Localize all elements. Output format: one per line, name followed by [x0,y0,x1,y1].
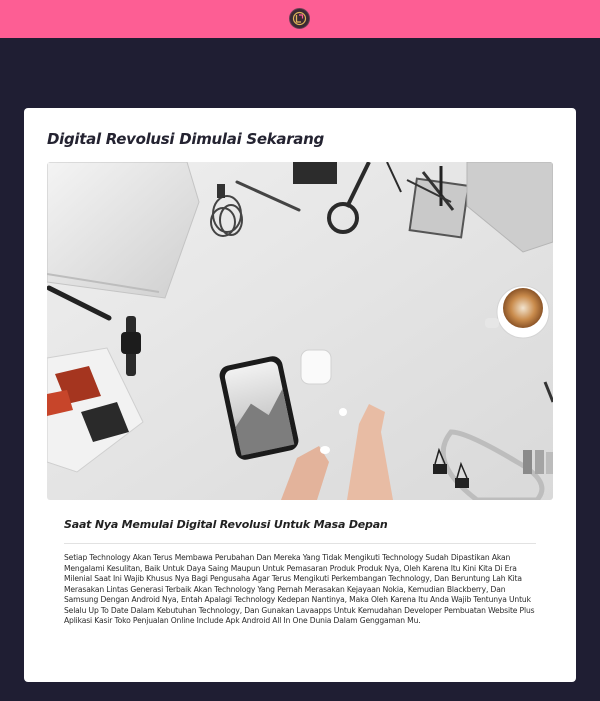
article-body: Setiap Technology Akan Terus Membawa Per… [64,553,535,625]
article-content: Saat Nya Memulai Digital Revolusi Untuk … [64,518,536,627]
divider [64,543,536,544]
flatlay-photo-icon [47,162,553,500]
top-header-bar [0,0,600,38]
article-card: Digital Revolusi Dimulai Sekarang Saat N… [24,108,576,682]
hero-image [47,162,553,500]
article-subtitle: Saat Nya Memulai Digital Revolusi Untuk … [64,518,388,531]
article-title: Digital Revolusi Dimulai Sekarang [47,130,324,148]
brand-logo-icon[interactable] [289,8,310,29]
